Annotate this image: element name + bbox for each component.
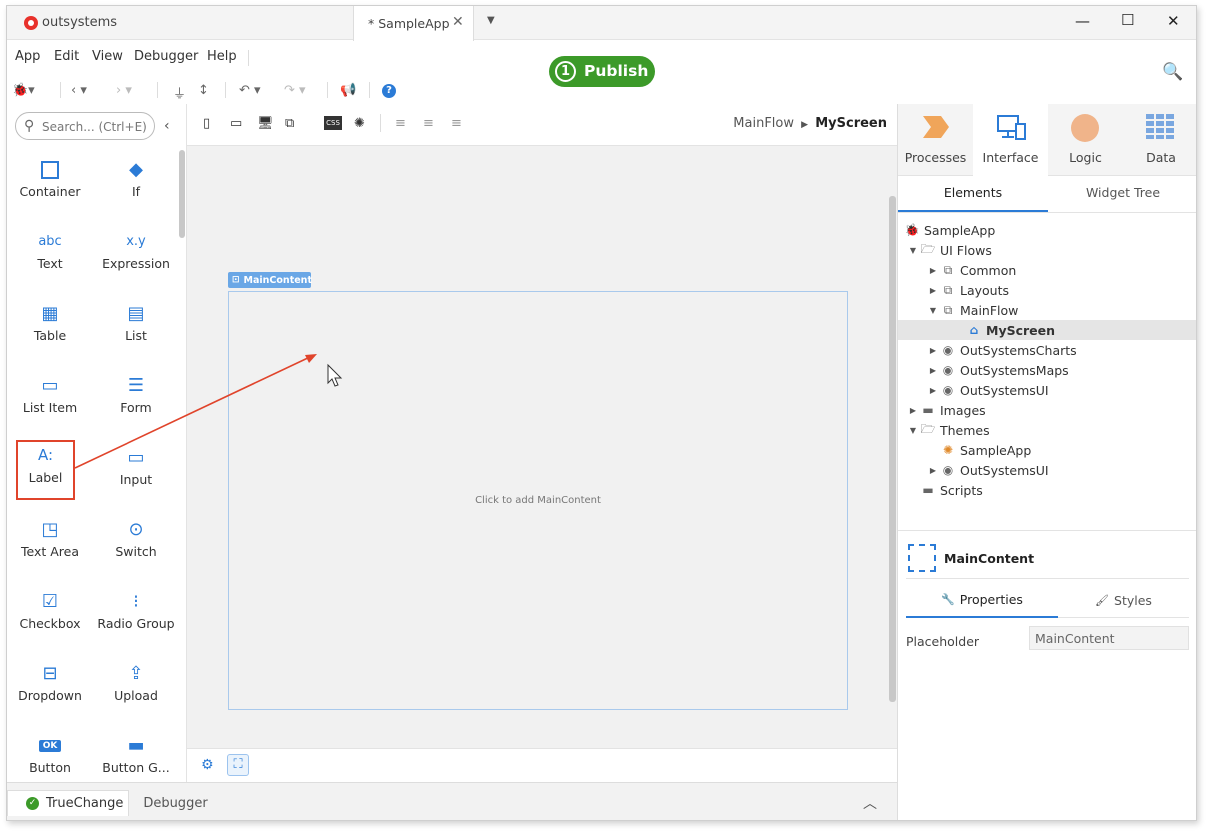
placeholder-property-field[interactable]: MainContent [1029,626,1189,650]
tab-elements[interactable]: Elements [898,176,1048,212]
properties-divider [898,530,1196,531]
tree-item[interactable]: ▶ ▬ Images [902,400,1196,420]
ui-flow-icon: ⧉ [943,262,953,277]
tree-item[interactable]: ▶ ◉ OutSystemsCharts [902,340,1196,360]
theme-icon: ✺ [942,443,954,457]
tree-item[interactable]: ▶ ⧉ Layouts [902,280,1196,300]
right-panel: Processes Interface Logic Data Elements … [897,104,1196,820]
properties-title: MainContent [944,550,1035,566]
placeholder-toggle-icon[interactable]: ⛶ [227,754,249,776]
widget-outline-icon[interactable]: ⚙ [201,757,214,773]
tab-interface-label: Interface [982,150,1039,165]
tab-truechange-label: TrueChange [46,796,124,811]
tree-item[interactable]: ▶ ⧉ Common [902,260,1196,280]
tree-item-label: Common [960,262,1017,278]
tree-item-label: Layouts [960,282,1010,298]
expanded-icon[interactable]: ▼ [928,306,938,315]
expand-panel-icon[interactable]: ︿ [863,793,877,813]
canvas-bottom-bar: ⚙ ⛶ [187,748,897,782]
tree-item-label: Images [940,402,986,418]
elements-tree: 🐞 SampleApp ▼ 🗁 UI Flows ▶ ⧉ Common ▶ ⧉ Layouts… [898,220,1196,500]
props-tab-divider-top [906,578,1189,579]
tab-data[interactable]: Data [1123,104,1196,176]
module-ref-icon: ◉ [942,383,954,397]
tab-logic[interactable]: Logic [1048,104,1123,176]
tab-widget-tree[interactable]: Widget Tree [1048,176,1196,212]
tree-item[interactable]: ▶ ◉ OutSystemsUI [902,380,1196,400]
tab-processes[interactable]: Processes [898,104,973,176]
folder-icon: ▬ [922,403,934,417]
check-icon: ✓ [26,797,39,810]
tab-properties-label: Properties [959,592,1023,607]
processes-icon [923,116,949,138]
folder-open-icon: 🗁 [920,241,936,256]
tree-item[interactable]: ✺ SampleApp [902,440,1196,460]
tree-item[interactable]: ▶ ◉ OutSystemsMaps [902,360,1196,380]
mouse-cursor-icon [327,363,343,387]
app-icon: 🐞 [904,223,920,237]
tab-data-label: Data [1146,150,1176,165]
wrench-icon: 🔧 [941,593,955,606]
tab-debugger[interactable]: Debugger [133,790,218,816]
drag-arrow-line [74,355,313,469]
bottom-bar: ✓ TrueChange Debugger ︿ [7,782,897,820]
ui-flow-icon: ⧉ [943,282,953,297]
tree-item[interactable]: ▼ ⧉ MainFlow [902,300,1196,320]
tree-item-label: OutSystemsUI [960,462,1049,478]
tree-item-label: SampleApp [924,222,996,238]
collapsed-icon[interactable]: ▶ [908,406,918,415]
tree-item-label: OutSystemsUI [960,382,1049,398]
tab-truechange[interactable]: ✓ TrueChange [7,790,129,816]
tree-item-label: Scripts [940,482,983,498]
tree-item-label: OutSystemsMaps [960,362,1069,378]
tab-styles-label: Styles [1114,592,1152,608]
drag-arrow-head [305,354,317,363]
tree-item[interactable]: ▼ 🗁 UI Flows [902,240,1196,260]
window: outsystems * SampleApp ✕ ▼ — ☐ ✕ App Edi… [6,5,1197,821]
interface-icon [997,115,1026,140]
tree-item-label: MainFlow [960,302,1019,318]
tab-logic-label: Logic [1069,150,1102,165]
collapsed-icon[interactable]: ▶ [928,266,938,275]
placeholder-property-label: Placeholder [906,634,980,649]
properties-header: MainContent [908,544,1034,572]
folder-icon: ▬ [922,483,934,497]
collapsed-icon[interactable]: ▶ [928,466,938,475]
tab-properties[interactable]: 🔧 Properties [906,584,1058,618]
module-ref-icon: ◉ [942,463,954,477]
tree-item[interactable]: 🐞 SampleApp [902,220,1196,240]
tab-interface[interactable]: Interface [973,104,1048,176]
brush-icon: 🖌 [1095,593,1110,607]
tree-item-label: UI Flows [940,242,992,258]
tree-item[interactable]: ▶ ◉ OutSystemsUI [902,460,1196,480]
subtab-divider [898,212,1196,213]
expanded-icon[interactable]: ▼ [908,426,918,435]
screen-icon: ⌂ [969,323,979,337]
collapsed-icon[interactable]: ▶ [928,346,938,355]
tab-styles[interactable]: 🖌 Styles [1058,584,1189,618]
tree-item-selected[interactable]: ⌂ MyScreen [898,320,1196,340]
data-icon [1146,114,1174,139]
tree-item[interactable]: ▬ Scripts [902,480,1196,500]
collapsed-icon[interactable]: ▶ [928,386,938,395]
tree-item-label: OutSystemsCharts [960,342,1077,358]
collapsed-icon[interactable]: ▶ [928,286,938,295]
folder-open-icon: 🗁 [920,421,936,436]
tree-item-label: Themes [940,422,990,438]
module-ref-icon: ◉ [942,343,954,357]
tab-processes-label: Processes [904,150,967,165]
logic-icon [1071,114,1099,142]
tab-debugger-label: Debugger [143,795,208,811]
tree-item-label: MyScreen [986,322,1056,338]
tree-item[interactable]: ▼ 🗁 Themes [902,420,1196,440]
module-ref-icon: ◉ [942,363,954,377]
collapsed-icon[interactable]: ▶ [928,366,938,375]
placeholder-widget-icon [908,544,936,572]
expanded-icon[interactable]: ▼ [908,246,918,255]
ui-flow-icon: ⧉ [943,302,953,317]
tree-item-label: SampleApp [960,442,1032,458]
